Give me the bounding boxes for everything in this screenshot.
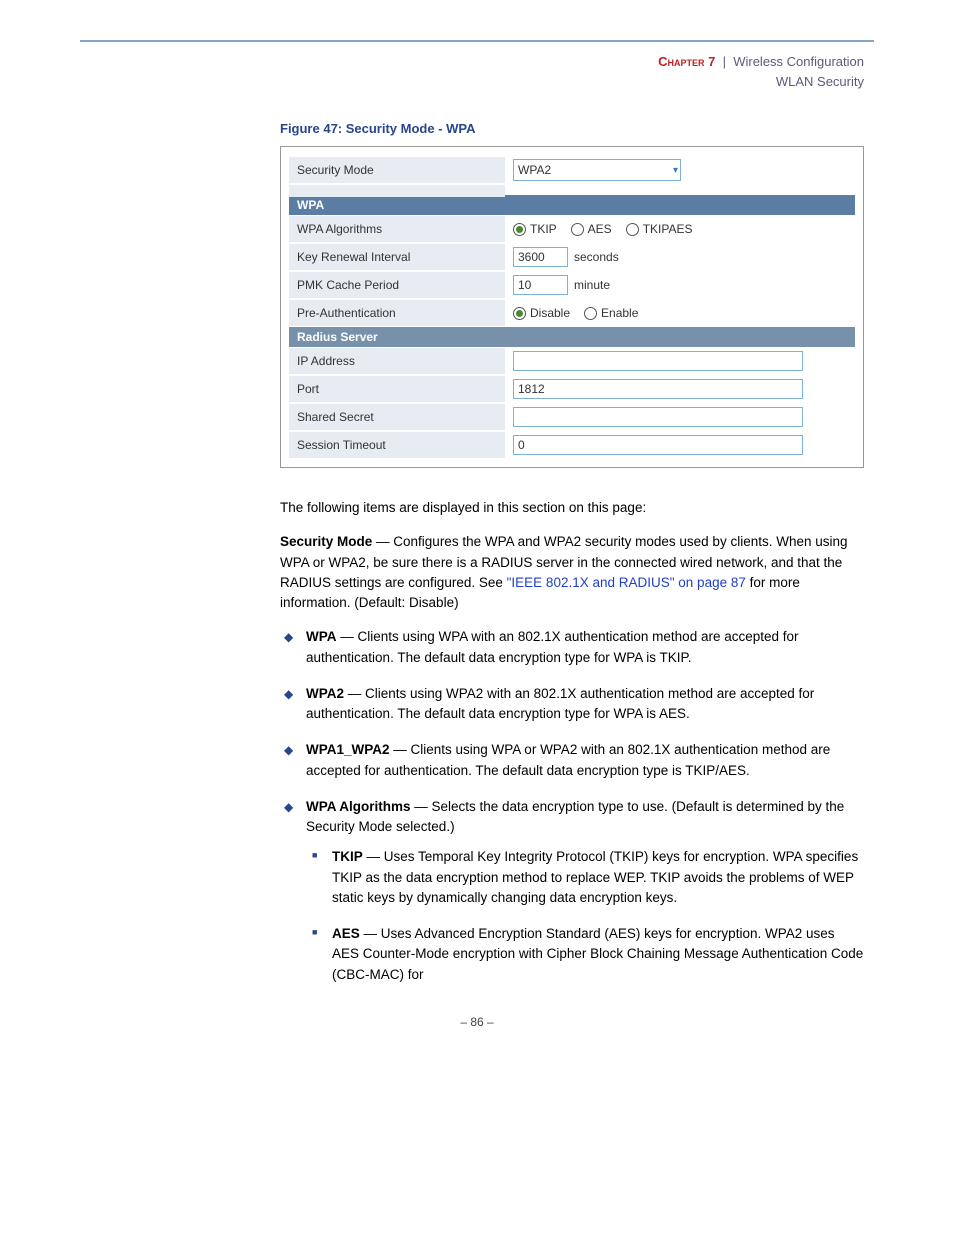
wpa-algorithms-label: WPA Algorithms: [289, 216, 505, 242]
security-mode-paragraph: Security Mode — Configures the WPA and W…: [280, 532, 864, 613]
wpa-alg-tkip-radio[interactable]: TKIP: [513, 222, 557, 236]
security-mode-label: Security Mode: [289, 157, 505, 183]
wpa-alg-tkipaes-radio[interactable]: TKIPAES: [626, 222, 693, 236]
wpa-alg-aes-radio[interactable]: AES: [571, 222, 612, 236]
key-renewal-input[interactable]: 3600: [513, 247, 568, 267]
key-renewal-label: Key Renewal Interval: [289, 244, 505, 270]
header-subtitle: WLAN Security: [776, 74, 864, 89]
chapter-label: Chapter 7: [658, 54, 715, 69]
body-text: The following items are displayed in thi…: [280, 498, 864, 985]
figure-caption: Figure 47: Security Mode - WPA: [280, 121, 864, 136]
key-renewal-unit: seconds: [574, 250, 619, 264]
pmk-cache-input[interactable]: 10: [513, 275, 568, 295]
list-item: WPA1_WPA2 — Clients using WPA or WPA2 wi…: [280, 740, 864, 781]
session-timeout-input[interactable]: 0: [513, 435, 803, 455]
pre-auth-enable-radio[interactable]: Enable: [584, 306, 638, 320]
security-mode-select[interactable]: WPA2 ▾: [513, 159, 681, 181]
list-item: WPA Algorithms — Selects the data encryp…: [280, 797, 864, 985]
page-number: – 86 –: [80, 1015, 874, 1029]
session-timeout-label: Session Timeout: [289, 432, 505, 458]
port-input[interactable]: 1812: [513, 379, 803, 399]
radius-section-bar: Radius Server: [289, 327, 855, 347]
page-header: Chapter 7 | Wireless Configuration WLAN …: [80, 48, 864, 91]
shared-secret-input[interactable]: [513, 407, 803, 427]
header-divider: |: [719, 54, 733, 69]
wpa-section-bar: WPA: [289, 195, 855, 215]
security-mode-value: WPA2: [518, 163, 551, 177]
chevron-down-icon: ▾: [673, 165, 678, 176]
pre-auth-label: Pre-Authentication: [289, 300, 505, 326]
header-title: Wireless Configuration: [733, 54, 864, 69]
list-item: WPA2 — Clients using WPA2 with an 802.1X…: [280, 684, 864, 725]
pre-auth-disable-radio[interactable]: Disable: [513, 306, 570, 320]
pmk-cache-label: PMK Cache Period: [289, 272, 505, 298]
ip-address-label: IP Address: [289, 348, 505, 374]
screenshot-panel: Security Mode WPA2 ▾ WPA WPA Algorithms …: [280, 146, 864, 468]
intro-paragraph: The following items are displayed in thi…: [280, 498, 864, 518]
list-item: TKIP — Uses Temporal Key Integrity Proto…: [306, 847, 864, 908]
port-label: Port: [289, 376, 505, 402]
list-item: WPA — Clients using WPA with an 802.1X a…: [280, 627, 864, 668]
shared-secret-label: Shared Secret: [289, 404, 505, 430]
pmk-cache-unit: minute: [574, 278, 610, 292]
ip-address-input[interactable]: [513, 351, 803, 371]
ieee-radius-link[interactable]: "IEEE 802.1X and RADIUS" on page 87: [507, 575, 746, 590]
list-item: AES — Uses Advanced Encryption Standard …: [306, 924, 864, 985]
